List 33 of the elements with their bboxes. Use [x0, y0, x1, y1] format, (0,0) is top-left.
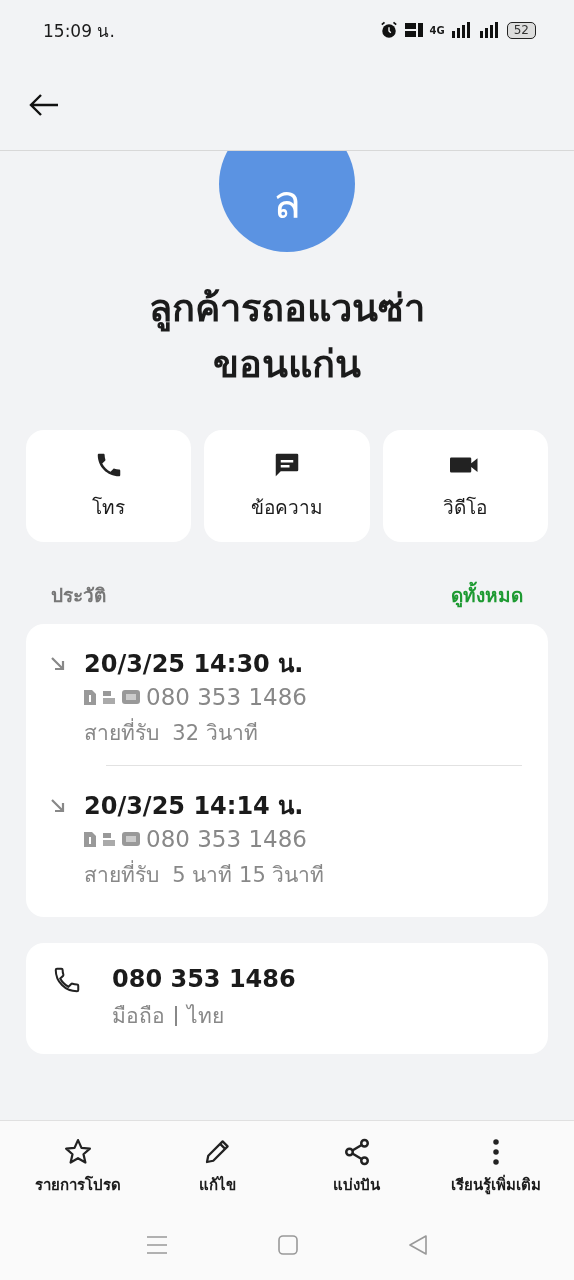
message-button[interactable]: ข้อความ	[204, 430, 370, 542]
back-button[interactable]	[28, 93, 60, 117]
phone-type: มือถือ	[112, 1003, 165, 1030]
alarm-icon	[379, 21, 398, 39]
call-number: 080 353 1486	[146, 826, 307, 852]
call-datetime: 20/3/25 14:14 น.	[84, 791, 305, 822]
menu-icon[interactable]	[146, 1235, 168, 1255]
network-type: 4G	[429, 24, 445, 36]
section-title: ประวัติ	[51, 583, 106, 608]
more-icon	[491, 1137, 502, 1167]
more-button[interactable]: เรียนรู้เพิ่มเติม	[426, 1137, 566, 1210]
call-number: 080 353 1486	[146, 684, 307, 710]
call-button[interactable]: โทร	[26, 430, 192, 542]
back-arrow-icon	[28, 93, 60, 117]
home-icon[interactable]	[278, 1235, 298, 1255]
favorite-button[interactable]: รายการโปรด	[8, 1137, 148, 1210]
contact-avatar: ล	[219, 151, 355, 252]
sim-icon	[84, 689, 96, 705]
battery-level: 52	[506, 21, 536, 39]
share-button[interactable]: แบ่งปัน	[287, 1137, 427, 1210]
phone-region: ไทย	[187, 1003, 224, 1030]
phone-icon	[52, 965, 82, 995]
call-detail: สายที่รับ 5 นาที 15 วินาที	[84, 858, 325, 891]
phone-number: 080 353 1486	[112, 965, 296, 993]
signal-icon	[450, 22, 471, 38]
back-icon[interactable]	[408, 1235, 428, 1255]
call-datetime: 20/3/25 14:30 น.	[84, 649, 305, 680]
sim-icon	[84, 831, 96, 847]
status-time: 15:09 น.	[43, 19, 115, 43]
contact-name: ลูกค้ารถอแวนซ่า ขอนแก่น	[148, 285, 426, 388]
edit-button[interactable]: แก้ไข	[147, 1137, 287, 1210]
video-button[interactable]: วิดีโอ	[382, 430, 548, 542]
call-detail: สายที่รับ 32 วินาที	[84, 716, 307, 749]
